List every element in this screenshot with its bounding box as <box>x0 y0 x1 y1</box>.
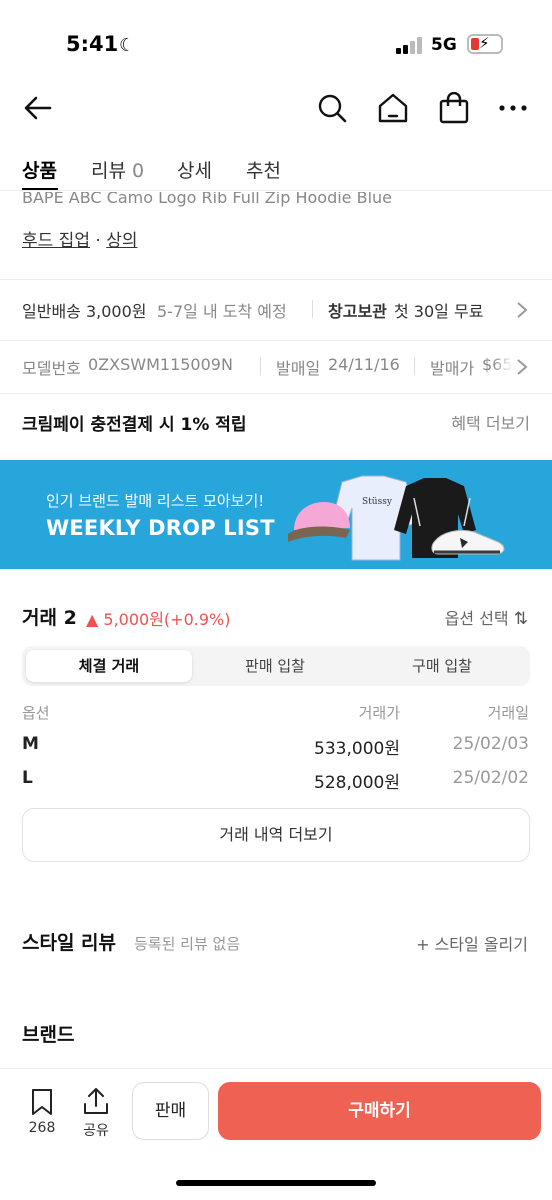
option-select-label: 옵션 선택 <box>444 609 509 628</box>
bookmark-button[interactable]: 268 <box>22 1088 62 1140</box>
price-change-value: 5,000원(+0.9%) <box>103 610 231 629</box>
trade-segment-control: 체결 거래 판매 입찰 구매 입찰 <box>22 646 530 686</box>
promo-row[interactable]: 크림페이 충전결제 시 1% 적립 혜택 더보기 <box>22 410 530 435</box>
benefit-link[interactable]: 혜택 더보기 <box>451 410 530 434</box>
row-option: L <box>22 768 33 788</box>
divider <box>414 357 415 375</box>
brand-title: 브랜드 <box>22 1024 75 1046</box>
release-label: 발매일 <box>276 359 321 378</box>
shipping-eta: 5-7일 내 도착 예정 <box>157 302 287 321</box>
product-title: BAPE ABC Camo Logo Rib Full Zip Hoodie B… <box>22 188 392 207</box>
moon-icon: ☾ <box>119 35 136 56</box>
category-breadcrumb: 후드 집업 · 상의 <box>22 226 137 251</box>
row-date: 25/02/03 <box>452 734 529 754</box>
row-price: 533,000원 <box>314 739 400 759</box>
up-arrow-icon: ▲ <box>86 610 99 629</box>
banner-subtitle: 인기 브랜드 발매 리스트 모아보기! <box>46 492 265 510</box>
release-value: 24/11/16 <box>328 355 400 374</box>
category-link-hoodie[interactable]: 후드 집업 <box>22 231 90 251</box>
back-arrow-icon[interactable] <box>22 92 54 124</box>
tab-review[interactable]: 리뷰 0 <box>91 156 144 183</box>
style-upload-button[interactable]: + 스타일 올리기 <box>416 931 528 955</box>
banner-products-image: Stüssy <box>288 475 505 561</box>
column-header-price: 거래가 <box>358 704 400 722</box>
option-select-button[interactable]: 옵션 선택 ⇅ <box>445 605 528 629</box>
price-change: ▲ 5,000원(+0.9%) <box>86 606 230 630</box>
row-date: 25/02/02 <box>452 768 529 788</box>
more-icon[interactable] <box>498 98 528 118</box>
status-time: 5:41 <box>66 32 119 56</box>
share-button[interactable]: 공유 <box>76 1086 116 1140</box>
table-row: L 528,000원 25/02/02 <box>0 768 552 794</box>
segment-buy-bids[interactable]: 구매 입찰 <box>358 650 526 682</box>
home-indicator <box>176 1180 376 1186</box>
bookmark-icon <box>32 1089 52 1115</box>
category-separator: · <box>95 231 101 251</box>
model-label: 모델번호 <box>22 359 81 378</box>
storage-label: 창고보관 <box>328 302 387 321</box>
tab-recommend[interactable]: 추천 <box>246 156 281 183</box>
divider <box>0 279 552 280</box>
network-label: 5G <box>431 35 457 55</box>
column-header-option: 옵션 <box>22 704 50 722</box>
tab-detail[interactable]: 상세 <box>177 156 212 183</box>
promo-text: 크림페이 충전결제 시 1% 적립 <box>22 415 247 435</box>
search-icon[interactable] <box>316 92 348 124</box>
style-review-title: 스타일 리뷰 <box>22 932 117 954</box>
product-tabs: 상품 리뷰 0 상세 추천 <box>0 148 552 191</box>
tabs-divider <box>0 190 552 191</box>
chevron-right-icon <box>517 359 528 375</box>
share-icon <box>84 1088 108 1114</box>
weekly-drop-banner[interactable]: 인기 브랜드 발매 리스트 모아보기! WEEKLY DROP LIST Stü… <box>0 460 552 569</box>
shopping-bag-icon[interactable] <box>438 92 470 124</box>
style-review-empty: 등록된 리뷰 없음 <box>134 935 241 953</box>
segment-executed-trades[interactable]: 체결 거래 <box>26 650 192 682</box>
signal-icon <box>396 36 424 54</box>
storage-value: 첫 30일 무료 <box>394 302 484 321</box>
price-label: 발매가 <box>430 359 475 378</box>
buy-button[interactable]: 구매하기 <box>218 1082 541 1140</box>
column-header-date: 거래일 <box>487 704 529 722</box>
svg-text:Stüssy: Stüssy <box>362 497 393 507</box>
banner-title: WEEKLY DROP LIST <box>46 516 275 540</box>
tab-review-count: 0 <box>132 160 145 182</box>
row-option: M <box>22 734 39 754</box>
divider <box>0 340 552 341</box>
model-value: 0ZXSWM115009N <box>88 355 233 374</box>
top-nav <box>0 80 552 136</box>
sort-icon: ⇅ <box>513 609 528 629</box>
shipping-label: 일반배송 3,000원 <box>22 302 147 321</box>
battery-icon: ⚡ <box>467 34 503 54</box>
chevron-right-icon <box>517 302 528 318</box>
product-info-row[interactable]: 모델번호 0ZXSWM115009N 발매일 24/11/16 발매가 $65 <box>22 355 530 379</box>
home-icon[interactable] <box>377 92 409 124</box>
share-label: 공유 <box>83 1123 109 1139</box>
category-link-tops[interactable]: 상의 <box>106 231 137 251</box>
divider <box>0 393 552 394</box>
divider <box>312 300 313 318</box>
sell-button[interactable]: 판매 <box>132 1082 209 1140</box>
shipping-row[interactable]: 일반배송 3,000원 5-7일 내 도착 예정 창고보관 첫 30일 무료 <box>22 298 530 322</box>
trade-title: 거래 2 <box>22 607 77 629</box>
row-price: 528,000원 <box>314 773 400 793</box>
segment-sell-bids[interactable]: 판매 입찰 <box>192 650 358 682</box>
status-bar: 5:41 ☾ 5G ⚡ <box>0 0 552 88</box>
divider <box>260 357 261 375</box>
bookmark-count: 268 <box>28 1120 56 1136</box>
trade-history-more-button[interactable]: 거래 내역 더보기 <box>22 808 530 862</box>
table-row: M 533,000원 25/02/03 <box>0 734 552 760</box>
tab-review-label: 리뷰 <box>91 160 126 182</box>
tab-product[interactable]: 상품 <box>22 156 57 183</box>
